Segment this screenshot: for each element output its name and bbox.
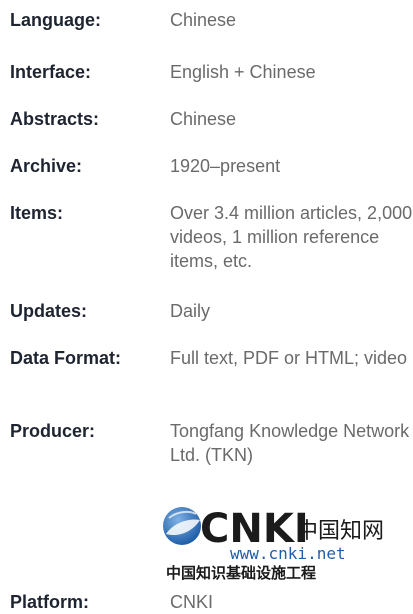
value-language: Chinese bbox=[170, 10, 237, 30]
label-items: Items: bbox=[10, 203, 64, 223]
cnki-logo-url: www.cnki.net bbox=[230, 544, 346, 563]
label-data-format: Data Format: bbox=[10, 348, 122, 368]
value-data-format: Full text, PDF or HTML; video bbox=[170, 348, 408, 368]
cnki-logo: CNKI 中国知网 www.cnki.net 中国知识基础设施工程 bbox=[160, 504, 390, 582]
label-producer: Producer: bbox=[10, 421, 96, 441]
label-platform: Platform: bbox=[10, 592, 90, 612]
value-abstracts: Chinese bbox=[170, 109, 237, 129]
label-abstracts: Abstracts: bbox=[10, 109, 100, 129]
value-items: Over 3.4 million articles, 2,000 videos,… bbox=[170, 203, 413, 271]
label-interface: Interface: bbox=[10, 62, 92, 82]
label-archive: Archive: bbox=[10, 156, 83, 176]
label-updates: Updates: bbox=[10, 301, 88, 321]
database-info: Language: Chinese Interface: English + C… bbox=[0, 0, 413, 614]
value-updates: Daily bbox=[170, 301, 211, 321]
cnki-logo-chinese-name: 中国知网 bbox=[296, 519, 384, 544]
globe-icon bbox=[163, 507, 201, 545]
cnki-logo-tagline: 中国知识基础设施工程 bbox=[166, 564, 316, 582]
value-interface: English + Chinese bbox=[170, 62, 316, 82]
cnki-logo-graphic: CNKI 中国知网 www.cnki.net 中国知识基础设施工程 bbox=[163, 506, 384, 582]
value-producer: Tongfang Knowledge Network Ltd. (TKN) bbox=[170, 421, 410, 465]
value-archive: 1920–present bbox=[170, 156, 281, 176]
label-language: Language: bbox=[10, 10, 102, 30]
value-platform: CNKI bbox=[170, 592, 214, 612]
